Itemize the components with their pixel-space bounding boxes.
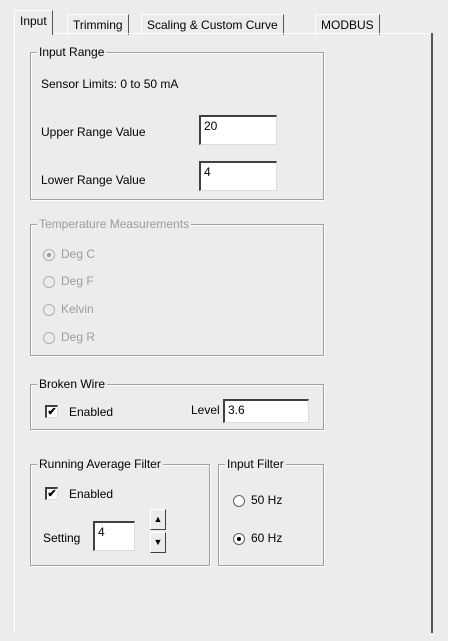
broken-wire-enabled-checkbox[interactable]: ✔ — [45, 405, 58, 418]
broken-wire-group: Broken Wire ✔ Enabled Level 3.6 — [30, 377, 324, 430]
input-filter-group: Input Filter 50 Hz 60 Hz — [218, 457, 324, 566]
radio-selected-dot — [237, 537, 241, 541]
temperature-group: Temperature Measurements Deg C Deg F Kel… — [30, 217, 324, 356]
input-filter-title: Input Filter — [225, 457, 286, 471]
tab-strip: Input Trimming Scaling & Custom Curve MO… — [14, 10, 434, 35]
lower-range-input[interactable]: 4 — [199, 161, 277, 191]
input-range-title: Input Range — [37, 45, 107, 59]
50hz-label: 50 Hz — [251, 493, 283, 507]
50hz-radio[interactable] — [233, 495, 245, 507]
radio-selected-dot — [47, 253, 51, 257]
properties-dialog: Input Trimming Scaling & Custom Curve MO… — [0, 0, 448, 641]
upper-range-label: Upper Range Value — [41, 125, 146, 139]
level-input[interactable]: 3.6 — [223, 399, 309, 423]
lower-range-label: Lower Range Value — [41, 173, 146, 187]
sensor-limits-label: Sensor Limits: 0 to 50 mA — [41, 77, 179, 91]
tab-panel-edge — [431, 33, 433, 633]
running-average-enabled-label: Enabled — [69, 487, 114, 501]
setting-spin-up-button[interactable]: ▲ — [150, 509, 166, 530]
input-range-group: Input Range Sensor Limits: 0 to 50 mA Up… — [30, 45, 324, 200]
deg-r-radio[interactable] — [43, 332, 55, 344]
deg-f-radio[interactable] — [43, 276, 55, 288]
tab-scaling-custom-curve[interactable]: Scaling & Custom Curve — [141, 14, 284, 35]
broken-wire-enabled-label: Enabled — [69, 405, 114, 419]
setting-label: Setting — [43, 531, 81, 545]
kelvin-radio[interactable] — [43, 304, 55, 316]
setting-input[interactable]: 4 — [93, 521, 135, 551]
temperature-title: Temperature Measurements — [37, 217, 192, 231]
setting-spin-down-button[interactable]: ▼ — [150, 532, 166, 553]
tab-modbus[interactable]: MODBUS — [315, 14, 380, 35]
tab-trimming[interactable]: Trimming — [67, 14, 129, 35]
upper-range-input[interactable]: 20 — [199, 115, 277, 145]
60hz-radio[interactable] — [233, 533, 245, 545]
running-average-enabled-checkbox[interactable]: ✔ — [45, 487, 58, 500]
deg-f-label: Deg F — [61, 274, 94, 288]
kelvin-label: Kelvin — [61, 302, 94, 316]
60hz-label: 60 Hz — [251, 531, 283, 545]
deg-c-label: Deg C — [61, 247, 96, 261]
running-average-title: Running Average Filter — [37, 457, 163, 471]
level-label: Level — [191, 403, 220, 417]
deg-r-label: Deg R — [61, 330, 96, 344]
broken-wire-title: Broken Wire — [37, 377, 108, 391]
running-average-group: Running Average Filter ✔ Enabled Setting… — [30, 457, 210, 566]
tab-input[interactable]: Input — [14, 10, 53, 35]
deg-c-radio[interactable] — [43, 249, 55, 261]
